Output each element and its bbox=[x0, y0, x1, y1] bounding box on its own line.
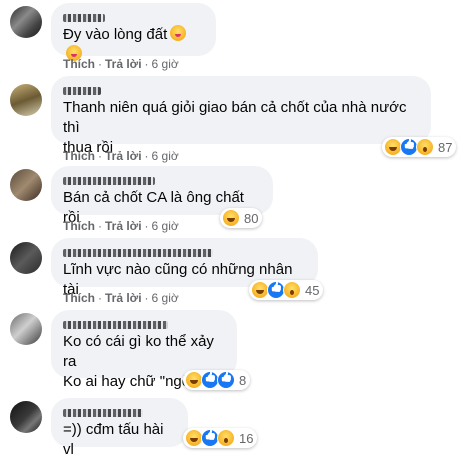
comment-author[interactable] bbox=[63, 405, 176, 420]
avatar[interactable] bbox=[10, 313, 42, 345]
reaction-count: 8 bbox=[239, 372, 247, 388]
like-reaction-icon bbox=[217, 371, 235, 389]
comment-actions: Thích · Trả lời · 6 giờ bbox=[63, 57, 179, 71]
comment-bubble: =)) cđm tấu hài vl bbox=[51, 398, 188, 458]
timestamp[interactable]: 6 giờ bbox=[152, 149, 179, 163]
like-link[interactable]: Thích bbox=[63, 219, 95, 233]
comment-actions: Thích · Trả lời · 6 giờ bbox=[63, 219, 179, 233]
reply-link[interactable]: Trả lời bbox=[105, 149, 142, 163]
comment-author[interactable] bbox=[63, 173, 261, 188]
reaction-summary[interactable]: 16 bbox=[183, 428, 258, 448]
savoring-face-icon bbox=[170, 25, 187, 41]
reply-link[interactable]: Trả lời bbox=[105, 291, 142, 305]
comment-bubble: Ko có cái gì ko thể xảy ra Ko ai hay chữ… bbox=[51, 310, 237, 390]
reaction-count: 80 bbox=[244, 210, 259, 226]
like-link[interactable]: Thích bbox=[63, 291, 95, 305]
avatar[interactable] bbox=[10, 6, 42, 38]
reaction-count: 16 bbox=[239, 430, 254, 446]
reaction-summary[interactable]: 45 bbox=[249, 280, 324, 300]
avatar[interactable] bbox=[10, 84, 42, 116]
wow-reaction-icon bbox=[416, 138, 434, 156]
reaction-count: 87 bbox=[438, 139, 453, 155]
comment-author[interactable] bbox=[63, 317, 225, 332]
comment-text: =)) cđm tấu hài vl bbox=[63, 421, 164, 458]
comment-author[interactable] bbox=[63, 10, 204, 25]
comment-author[interactable] bbox=[63, 83, 419, 98]
timestamp[interactable]: 6 giờ bbox=[152, 291, 179, 305]
reaction-summary[interactable]: 80 bbox=[220, 208, 263, 228]
timestamp[interactable]: 6 giờ bbox=[152, 57, 179, 71]
comment-author[interactable] bbox=[63, 245, 306, 260]
reaction-summary[interactable]: 8 bbox=[183, 370, 251, 390]
reaction-count: 45 bbox=[305, 282, 320, 298]
avatar[interactable] bbox=[10, 169, 42, 201]
comment-bubble: Thanh niên quá giỏi giao bán cả chốt của… bbox=[51, 76, 431, 156]
like-link[interactable]: Thích bbox=[63, 57, 95, 71]
avatar[interactable] bbox=[10, 401, 42, 433]
reaction-summary[interactable]: 87 bbox=[382, 137, 457, 157]
haha-reaction-icon bbox=[222, 209, 240, 227]
reply-link[interactable]: Trả lời bbox=[105, 219, 142, 233]
comment-bubble: Đy vào lòng đất bbox=[51, 3, 216, 61]
like-link[interactable]: Thích bbox=[63, 149, 95, 163]
wow-reaction-icon bbox=[217, 429, 235, 447]
wow-reaction-icon bbox=[283, 281, 301, 299]
reply-link[interactable]: Trả lời bbox=[105, 57, 142, 71]
comment-actions: Thích · Trả lời · 6 giờ bbox=[63, 149, 179, 163]
timestamp[interactable]: 6 giờ bbox=[152, 219, 179, 233]
comment-actions: Thích · Trả lời · 6 giờ bbox=[63, 291, 179, 305]
avatar[interactable] bbox=[10, 242, 42, 274]
